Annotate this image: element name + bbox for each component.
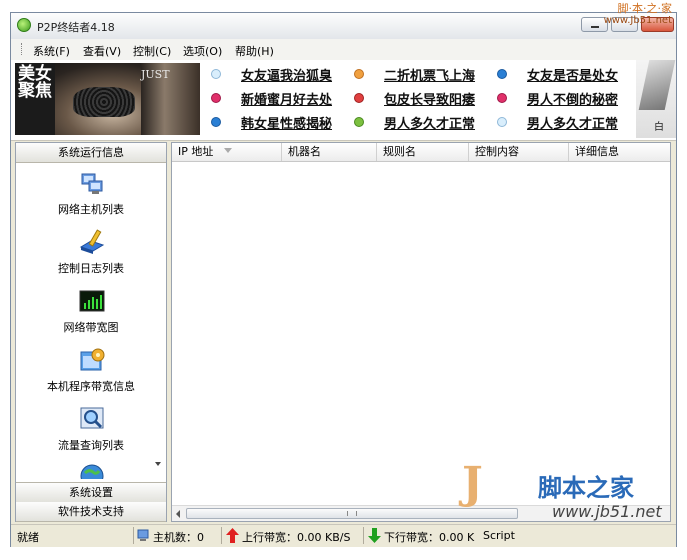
- nav-bandwidth-graph[interactable]: 网络带宽图: [16, 288, 166, 344]
- bullet-icon: [497, 93, 507, 103]
- nav-label: 控制日志列表: [58, 262, 124, 275]
- left-panel: 系统运行信息 网络主机列表 控制日志列表 网络带宽图 本机程序带宽信息 流量查询…: [15, 142, 167, 522]
- ad-link-text[interactable]: 女友是否是处女: [527, 65, 618, 84]
- menu-help[interactable]: 帮助(H): [235, 43, 274, 59]
- bullet-icon: [211, 69, 221, 79]
- menu-grip: [21, 43, 24, 55]
- ad-link[interactable]: 女友逼我治狐臭: [211, 64, 351, 86]
- ad-right-text: 白: [654, 122, 664, 133]
- ad-link-text[interactable]: 包皮长导致阳痿: [384, 89, 475, 108]
- host-count-icon: [137, 529, 149, 541]
- ad-image-right[interactable]: 白: [636, 60, 676, 138]
- status-divider: [133, 527, 134, 544]
- nav-label: 网络主机列表: [58, 203, 124, 216]
- status-script: Script: [483, 529, 515, 542]
- title-bar[interactable]: P2P终结者4.18 脚·本·之·家 www.Jb51.net: [11, 3, 676, 40]
- ad-photo: [55, 63, 200, 135]
- ad-link-text[interactable]: 韩女星性感揭秘: [241, 113, 332, 132]
- control-log-icon: [79, 229, 105, 254]
- ad-link[interactable]: 男人多久才正常: [497, 112, 637, 134]
- nav-label: 本机程序带宽信息: [47, 380, 135, 393]
- ad-title: 美女 聚焦: [15, 63, 55, 135]
- status-divider: [221, 527, 222, 544]
- scroll-left-icon[interactable]: [176, 510, 180, 518]
- column-label: IP 地址: [178, 145, 214, 158]
- ad-link[interactable]: 韩女星性感揭秘: [211, 112, 351, 134]
- ad-image-box[interactable]: 美女 聚焦 JUST: [15, 63, 200, 135]
- program-bandwidth-icon: [80, 348, 105, 371]
- scroll-grip-icon: [347, 511, 357, 516]
- panel-header-system-settings[interactable]: 系统设置: [16, 482, 166, 503]
- app-icon: [17, 18, 31, 32]
- nav-traffic-query[interactable]: 流量查询列表: [16, 406, 166, 462]
- bullet-icon: [211, 93, 221, 103]
- menu-control[interactable]: 控制(C): [133, 43, 171, 59]
- status-download: 下行带宽：0.00 K: [384, 531, 475, 544]
- ad-title-line2: 聚焦: [18, 81, 52, 101]
- ad-link[interactable]: 女友是否是处女: [497, 64, 637, 86]
- ad-brand: JUST: [141, 68, 170, 81]
- menu-bar: 系统(F) 查看(V) 控制(C) 选项(O) 帮助(H): [11, 39, 676, 61]
- status-upload: 上行带宽：0.00 KB/S: [242, 531, 351, 544]
- panel-header-tech-support[interactable]: 软件技术支持: [16, 502, 166, 522]
- nav-control-log[interactable]: 控制日志列表: [16, 229, 166, 285]
- ad-link[interactable]: 二折机票飞上海: [354, 64, 494, 86]
- nav-program-bandwidth[interactable]: 本机程序带宽信息: [16, 347, 166, 403]
- nav-label: 流量查询列表: [58, 439, 124, 452]
- ad-link-text[interactable]: 男人多久才正常: [527, 113, 618, 132]
- ad-link[interactable]: 男人多久才正常: [354, 112, 494, 134]
- bullet-icon: [211, 117, 221, 127]
- ad-link-text[interactable]: 男人不倒的秘密: [527, 89, 618, 108]
- ad-banner: 美女 聚焦 JUST 女友逼我治狐臭 二折机票飞上海 女友是否是处女 新婚蜜月好…: [11, 60, 676, 141]
- bullet-icon: [497, 69, 507, 79]
- ad-link-text[interactable]: 二折机票飞上海: [384, 65, 475, 84]
- column-header-details[interactable]: 详细信息: [569, 143, 670, 161]
- bullet-icon: [497, 117, 507, 127]
- watermark-top: 脚·本·之·家 www.Jb51.net: [604, 3, 672, 27]
- sort-arrow-icon: [224, 148, 232, 153]
- column-header-rule[interactable]: 规则名: [377, 143, 469, 161]
- watermark-bottom: J 脚本之家 www.jb51.net: [462, 460, 677, 530]
- bullet-icon: [354, 69, 364, 79]
- watermark-url: www.jb51.net: [552, 502, 662, 521]
- status-divider: [363, 527, 364, 544]
- ad-link-text[interactable]: 新婚蜜月好去处: [241, 89, 332, 108]
- ad-link[interactable]: 新婚蜜月好去处: [211, 88, 351, 110]
- scroll-down-icon[interactable]: [155, 462, 161, 466]
- bandwidth-graph-icon: [79, 290, 105, 312]
- status-host-count: 主机数：0: [153, 531, 204, 544]
- network-hosts-icon: [81, 173, 103, 194]
- upload-arrow-icon: [226, 528, 239, 543]
- ad-link[interactable]: 包皮长导致阳痿: [354, 88, 494, 110]
- list-header: IP 地址 机器名 规则名 控制内容 详细信息: [172, 143, 670, 162]
- nav-network-hosts[interactable]: 网络主机列表: [16, 170, 166, 226]
- window-title: P2P终结者4.18: [37, 21, 115, 34]
- download-arrow-icon: [368, 528, 381, 543]
- column-header-ip[interactable]: IP 地址: [172, 143, 282, 161]
- ad-link-text[interactable]: 男人多久才正常: [384, 113, 475, 132]
- status-ready: 就绪: [17, 531, 39, 544]
- ad-links: 女友逼我治狐臭 二折机票飞上海 女友是否是处女 新婚蜜月好去处 包皮长导致阳痿 …: [201, 62, 631, 138]
- column-header-machine[interactable]: 机器名: [282, 143, 377, 161]
- nav-label: 网络带宽图: [63, 321, 119, 334]
- menu-options[interactable]: 选项(O): [183, 43, 222, 59]
- watermark-top-line1: 脚·本·之·家: [617, 2, 673, 15]
- watermark-top-line2: www.Jb51.net: [603, 15, 672, 26]
- traffic-query-icon: [80, 407, 104, 429]
- panel-header-system-info[interactable]: 系统运行信息: [16, 143, 166, 163]
- menu-view[interactable]: 查看(V): [83, 43, 121, 59]
- watermark-logo: J: [462, 458, 483, 509]
- ad-link[interactable]: 男人不倒的秘密: [497, 88, 637, 110]
- bullet-icon: [354, 93, 364, 103]
- bullet-icon: [354, 117, 364, 127]
- ad-link-text[interactable]: 女友逼我治狐臭: [241, 65, 332, 84]
- watermark-name: 脚本之家: [538, 474, 634, 502]
- globe-icon: [80, 464, 104, 479]
- menu-system[interactable]: 系统(F): [33, 43, 70, 59]
- column-header-control[interactable]: 控制内容: [469, 143, 569, 161]
